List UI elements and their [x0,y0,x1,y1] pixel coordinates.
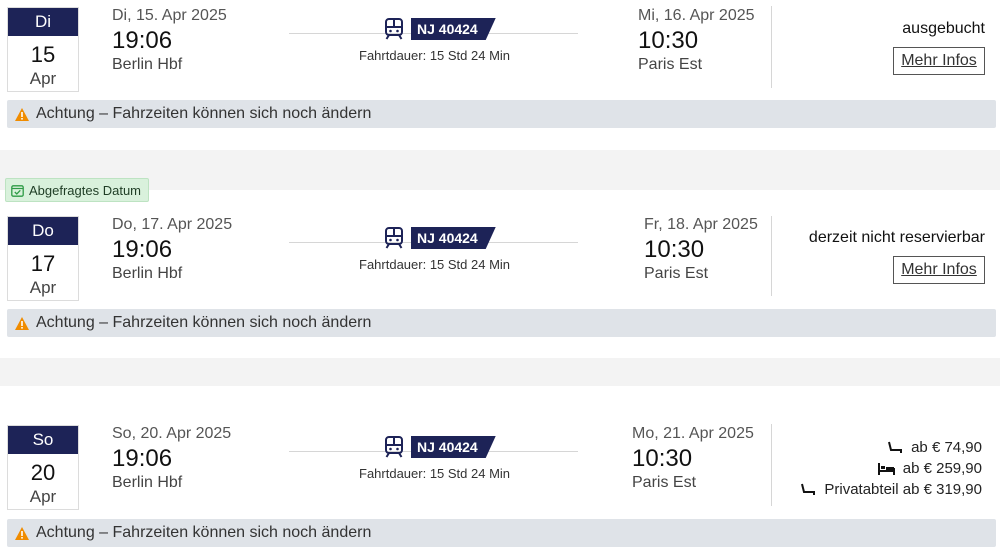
warning-text: Achtung – Fahrzeiten können sich noch än… [36,524,372,541]
card-separator [0,358,1000,386]
arrival-date: Fr, 18. Apr 2025 [644,216,758,233]
departure: Di, 15. Apr 2025 19:06 Berlin Hbf [112,7,227,74]
date-box-month: Apr [29,69,57,88]
arrival-time: 10:30 [644,236,705,263]
departure: So, 20. Apr 2025 19:06 Berlin Hbf [112,425,231,492]
availability-status: ausgebucht [902,20,985,37]
train-icon [385,436,403,458]
warning-text: Achtung – Fahrzeiten können sich noch än… [36,314,372,331]
warning-banner: Achtung – Fahrzeiten können sich noch än… [7,519,996,547]
price-bed[interactable]: ab € 259,90 [800,458,982,479]
train-info: NJ 40424 [384,436,496,458]
departure-time: 19:06 [112,445,173,472]
arrival-date: Mi, 16. Apr 2025 [638,7,755,24]
arrival-time: 10:30 [638,27,699,54]
date-box-day: 15 [30,42,56,67]
connection-card[interactable]: Di 15 Apr Di, 15. Apr 2025 19:06 Berlin … [0,0,1000,150]
warning-banner: Achtung – Fahrzeiten können sich noch än… [7,100,996,128]
bed-icon [877,462,895,475]
date-box-weekday: So [8,426,78,454]
price-list: ab € 74,90 ab € 259,90 Privatabteil ab €… [800,437,982,500]
date-box: So 20 Apr [7,425,79,510]
warning-icon [15,526,29,540]
arrival-station: Paris Est [632,474,697,491]
divider [771,424,772,506]
date-box-month: Apr [29,487,57,506]
calendar-check-icon [11,184,24,197]
date-box-weekday: Di [8,8,78,36]
arrival-date: Mo, 21. Apr 2025 [632,425,754,442]
train-number-badge: NJ 40424 [411,436,496,458]
train-info: NJ 40424 [384,227,496,249]
arrival-station: Paris Est [638,56,703,73]
departure-date: Do, 17. Apr 2025 [112,216,233,233]
travel-duration: Fahrtdauer: 15 Std 24 Min [359,257,511,272]
seat-icon [801,483,816,495]
card-separator [0,178,1000,190]
train-number-badge: NJ 40424 [411,227,496,249]
train-icon [385,18,403,40]
arrival-time: 10:30 [632,445,693,472]
divider [771,6,772,88]
departure: Do, 17. Apr 2025 19:06 Berlin Hbf [112,216,232,283]
departure-date: Di, 15. Apr 2025 [112,7,227,24]
card-separator [0,150,1000,178]
departure-time: 19:06 [112,236,173,263]
travel-duration: Fahrtdauer: 15 Std 24 Min [359,48,511,63]
more-info-button[interactable]: Mehr Infos [893,256,985,284]
connection-card[interactable]: Do 17 Apr Do, 17. Apr 2025 19:06 Berlin … [0,190,1000,350]
train-number-badge: NJ 40424 [411,18,496,40]
date-box: Do 17 Apr [7,216,79,301]
price-seat[interactable]: ab € 74,90 [800,437,982,458]
price-text: ab € 259,90 [902,460,982,477]
warning-text: Achtung – Fahrzeiten können sich noch än… [36,105,372,122]
departure-station: Berlin Hbf [112,474,183,491]
train-info: NJ 40424 [384,18,496,40]
train-icon [385,227,403,249]
departure-station: Berlin Hbf [112,265,183,282]
price-private-compartment[interactable]: Privatabteil ab € 319,90 [800,479,982,500]
arrival: Mi, 16. Apr 2025 10:30 Paris Est [638,7,755,74]
arrival: Fr, 18. Apr 2025 10:30 Paris Est [644,216,758,283]
warning-icon [15,316,29,330]
departure-date: So, 20. Apr 2025 [112,425,232,442]
date-box-day: 17 [30,251,56,276]
warning-icon [15,107,29,121]
connection-list: Di 15 Apr Di, 15. Apr 2025 19:06 Berlin … [0,0,1000,550]
date-box: Di 15 Apr [7,7,79,92]
availability-status: derzeit nicht reservierbar [808,229,985,246]
travel-duration: Fahrtdauer: 15 Std 24 Min [359,466,511,481]
arrival-station: Paris Est [644,265,709,282]
price-text: Privatabteil ab € 319,90 [824,481,982,498]
date-box-month: Apr [29,278,57,297]
requested-date-label: Abgefragtes Datum [29,182,142,198]
divider [771,216,772,296]
requested-date-badge: Abgefragtes Datum [5,178,150,202]
departure-time: 19:06 [112,27,173,54]
departure-station: Berlin Hbf [112,56,183,73]
date-box-weekday: Do [8,217,78,245]
date-box-day: 20 [30,460,56,485]
warning-banner: Achtung – Fahrzeiten können sich noch än… [7,309,996,337]
arrival: Mo, 21. Apr 2025 10:30 Paris Est [632,425,754,492]
more-info-button[interactable]: Mehr Infos [893,47,985,75]
seat-icon [888,441,903,453]
price-text: ab € 74,90 [911,439,982,456]
